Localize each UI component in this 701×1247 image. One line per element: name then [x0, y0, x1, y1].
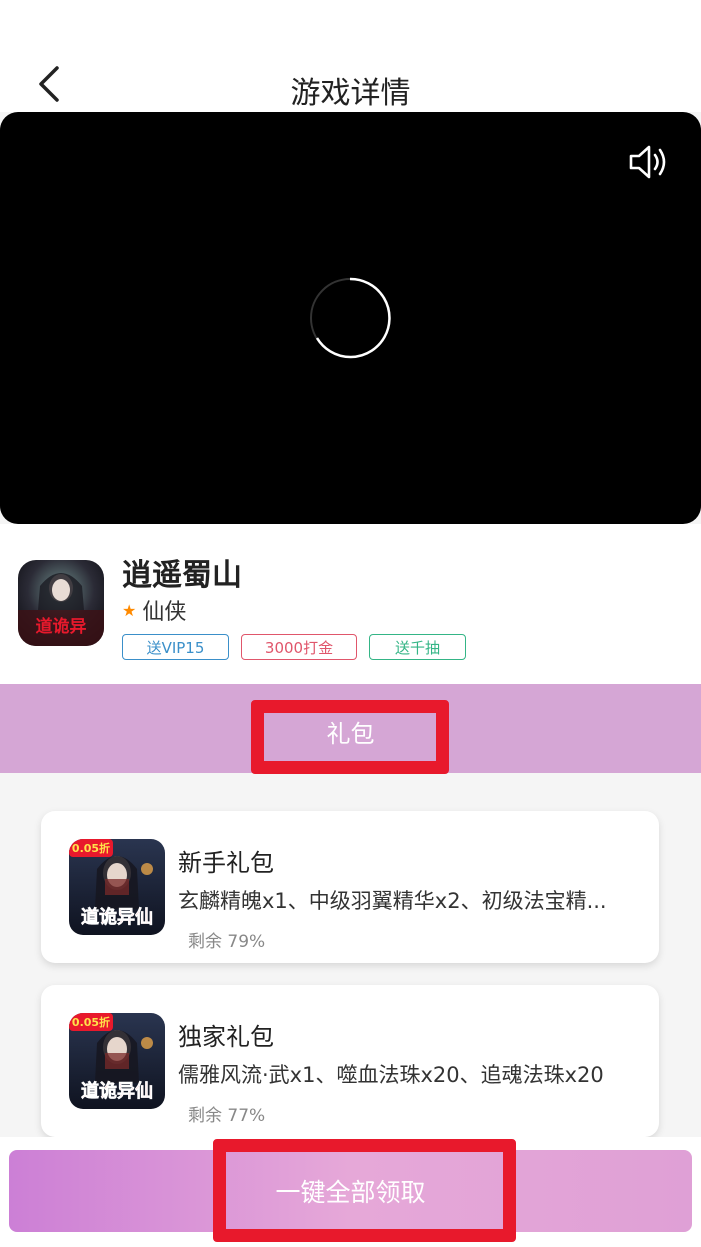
gift-icon: 0.05折 道诡异仙 — [69, 1013, 165, 1109]
game-category: ★ 仙侠 — [122, 594, 186, 626]
gift-icon-text: 道诡异仙 — [81, 1080, 153, 1102]
gift-title: 独家礼包 — [178, 1023, 274, 1051]
gift-title: 新手礼包 — [178, 849, 274, 877]
gift-description: 玄麟精魄x1、中级羽翼精华x2、初级法宝精... — [178, 889, 607, 913]
gift-remaining: 剩余 79% — [188, 932, 266, 952]
speaker-icon — [629, 145, 666, 179]
loading-spinner-icon — [310, 277, 391, 359]
discount-badge: 0.05折 — [72, 1015, 110, 1029]
tag-list: 送VIP15 3000打金 送千抽 — [122, 634, 466, 660]
gift-description: 儒雅风流·武x1、噬血法珠x20、追魂法珠x20 — [178, 1063, 604, 1087]
gift-card[interactable]: 0.05折 道诡异仙 独家礼包 儒雅风流·武x1、噬血法珠x20、追魂法珠x20… — [41, 985, 659, 1137]
gift-remaining: 剩余 77% — [188, 1106, 266, 1126]
video-player[interactable] — [0, 112, 701, 524]
gift-icon: 0.05折 道诡异仙 — [69, 839, 165, 935]
highlight-box — [213, 1139, 516, 1242]
tag-draws: 送千抽 — [369, 634, 466, 660]
page-title: 游戏详情 — [290, 76, 411, 111]
tag-vip: 送VIP15 — [122, 634, 229, 660]
top-bar: 游戏详情 — [0, 0, 701, 112]
gift-card[interactable]: 0.05折 道诡异仙 新手礼包 玄麟精魄x1、中级羽翼精华x2、初级法宝精...… — [41, 811, 659, 963]
gift-icon-text: 道诡异仙 — [81, 906, 153, 928]
sound-button[interactable] — [627, 140, 671, 184]
svg-text:道诡异: 道诡异 — [36, 616, 87, 637]
game-info: 道诡异 逍遥蜀山 ★ 仙侠 送VIP15 3000打金 送千抽 — [0, 524, 701, 684]
discount-badge: 0.05折 — [72, 841, 110, 855]
game-icon[interactable]: 道诡异 — [18, 560, 104, 646]
game-name: 逍遥蜀山 — [122, 558, 242, 593]
tag-gold: 3000打金 — [241, 634, 357, 660]
highlight-box — [251, 700, 449, 774]
game-category-label: 仙侠 — [142, 600, 187, 625]
star-icon: ★ — [122, 600, 137, 620]
